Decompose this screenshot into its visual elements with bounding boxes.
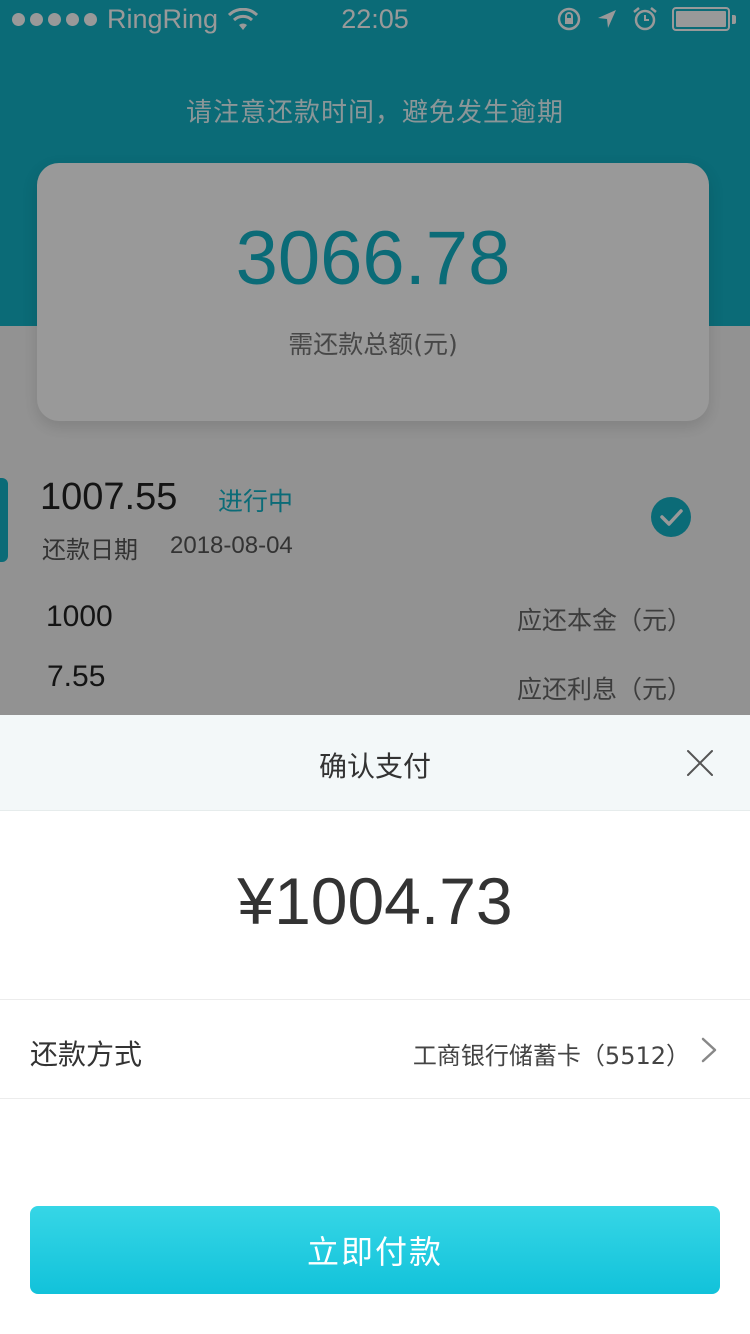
payment-sheet: 确认支付 ¥1004.73 还款方式 工商银行储蓄卡（5512） 立即付款: [0, 715, 750, 1334]
divider: [0, 1098, 750, 1099]
payment-method-label: 还款方式: [30, 1038, 143, 1071]
pay-now-button[interactable]: 立即付款: [30, 1206, 720, 1294]
chevron-right-icon: [701, 1037, 717, 1063]
payment-amount: ¥1004.73: [237, 864, 513, 938]
payment-sheet-header: 确认支付: [0, 715, 750, 811]
payment-sheet-title: 确认支付: [318, 750, 431, 783]
payment-method-row[interactable]: 还款方式 工商银行储蓄卡（5512）: [0, 1000, 750, 1098]
close-button[interactable]: [680, 743, 720, 783]
modal-backdrop[interactable]: [0, 0, 750, 715]
payment-method-value: 工商银行储蓄卡（5512）: [412, 1042, 690, 1070]
close-icon: [687, 750, 713, 776]
